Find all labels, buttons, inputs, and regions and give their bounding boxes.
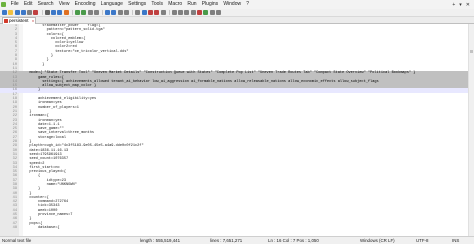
status-encoding: UTF-8 bbox=[416, 238, 429, 243]
scrollbar-thumb[interactable] bbox=[470, 50, 473, 53]
tab-bar: persistent x bbox=[0, 17, 474, 24]
menu-item[interactable]: Settings bbox=[126, 0, 149, 9]
toolbar-separator bbox=[168, 10, 170, 15]
toolbar-button-icon[interactable] bbox=[135, 10, 141, 15]
toolbar-button-icon[interactable] bbox=[81, 10, 87, 15]
toolbar-button-icon[interactable] bbox=[57, 10, 63, 15]
toolbar-button-icon[interactable] bbox=[117, 10, 123, 15]
app-icon bbox=[1, 2, 6, 7]
menu-item[interactable]: Language bbox=[98, 0, 125, 9]
toolbar-separator bbox=[132, 10, 134, 15]
menu-item[interactable]: Run bbox=[185, 0, 199, 9]
toolbar-button-icon[interactable] bbox=[111, 10, 117, 15]
code-line[interactable]: 48 database={ bbox=[0, 226, 474, 230]
status-eol: Windows (CR LF) bbox=[360, 238, 395, 243]
line-number: 48 bbox=[12, 225, 17, 230]
status-lines: lines : 7,651,271 bbox=[210, 238, 243, 243]
menu-item[interactable]: Edit bbox=[21, 0, 35, 9]
toolbar-button-icon[interactable] bbox=[154, 10, 160, 15]
toolbar-button-icon[interactable] bbox=[51, 10, 57, 15]
toolbar-separator bbox=[71, 10, 73, 15]
window-controls: + ▾ ✕ bbox=[452, 2, 474, 8]
toolbar-button-icon[interactable] bbox=[14, 10, 20, 15]
toolbar-button-icon[interactable] bbox=[2, 10, 7, 15]
status-length: length : 555,519,441 bbox=[140, 238, 181, 243]
menu-bar: File Edit Search View Encoding Language Settin… bbox=[0, 0, 474, 9]
list-tabs-icon[interactable]: ▾ bbox=[459, 2, 462, 8]
toolbar-button-icon[interactable] bbox=[215, 10, 221, 15]
menu-item[interactable]: ? bbox=[244, 0, 252, 9]
toolbar-button-icon[interactable] bbox=[63, 10, 69, 15]
toolbar-button-icon[interactable] bbox=[20, 10, 26, 15]
menu-item[interactable]: Tools bbox=[149, 0, 166, 9]
menu-item[interactable]: Plugins bbox=[199, 0, 221, 9]
toolbar bbox=[0, 9, 474, 17]
toolbar-button-icon[interactable] bbox=[74, 10, 80, 15]
toolbar-button-icon[interactable] bbox=[33, 10, 39, 15]
status-mode: INS bbox=[452, 238, 460, 243]
toolbar-button-icon[interactable] bbox=[203, 10, 209, 15]
menu-item[interactable]: Macro bbox=[166, 0, 185, 9]
toolbar-button-icon[interactable] bbox=[171, 10, 177, 15]
menu-item[interactable]: Search bbox=[35, 0, 56, 9]
menu-item[interactable]: Window bbox=[221, 0, 244, 9]
toolbar-button-icon[interactable] bbox=[147, 10, 153, 15]
menu-items: File Edit Search View Encoding Language Settin… bbox=[8, 0, 252, 9]
status-file-type: Normal text file bbox=[2, 238, 32, 243]
toolbar-button-icon[interactable] bbox=[141, 10, 147, 15]
toolbar-button-icon[interactable] bbox=[197, 10, 203, 15]
toolbar-button-icon[interactable] bbox=[178, 10, 184, 15]
save-state-icon bbox=[4, 19, 8, 23]
tab-label: persistent bbox=[9, 18, 29, 23]
status-position: Ln : 16 Col : 7 Pos : 1,050 bbox=[268, 238, 319, 243]
toolbar-button-icon[interactable] bbox=[190, 10, 196, 15]
toolbar-separator bbox=[102, 10, 104, 15]
menu-item[interactable]: View bbox=[56, 0, 72, 9]
toolbar-button-icon[interactable] bbox=[27, 10, 33, 15]
toolbar-button-icon[interactable] bbox=[87, 10, 93, 15]
tab-persistent[interactable]: persistent x bbox=[2, 17, 36, 24]
toolbar-button-icon[interactable] bbox=[209, 10, 215, 15]
toolbar-button-icon[interactable] bbox=[105, 10, 111, 15]
text-editor[interactable]: 1 tradematter_power flag={2 pattern="pat… bbox=[0, 24, 474, 236]
add-tab-icon[interactable]: + bbox=[452, 2, 455, 8]
menu-item[interactable]: Encoding bbox=[72, 0, 98, 9]
vertical-scrollbar[interactable] bbox=[468, 24, 474, 236]
toolbar-separator bbox=[41, 10, 43, 15]
menu-item[interactable]: File bbox=[8, 0, 21, 9]
toolbar-button-icon[interactable] bbox=[44, 10, 50, 15]
toolbar-button-icon[interactable] bbox=[160, 10, 166, 15]
toolbar-button-icon[interactable] bbox=[184, 10, 190, 15]
status-bar: Normal text file length : 555,519,441 li… bbox=[0, 236, 474, 244]
close-icon[interactable]: ✕ bbox=[466, 2, 470, 8]
line-text: database={ bbox=[25, 225, 60, 230]
toolbar-button-icon[interactable] bbox=[8, 10, 14, 15]
toolbar-button-icon[interactable] bbox=[93, 10, 99, 15]
toolbar-button-icon[interactable] bbox=[124, 10, 130, 15]
editor-lines: 1 tradematter_power flag={2 pattern="pat… bbox=[0, 24, 474, 230]
